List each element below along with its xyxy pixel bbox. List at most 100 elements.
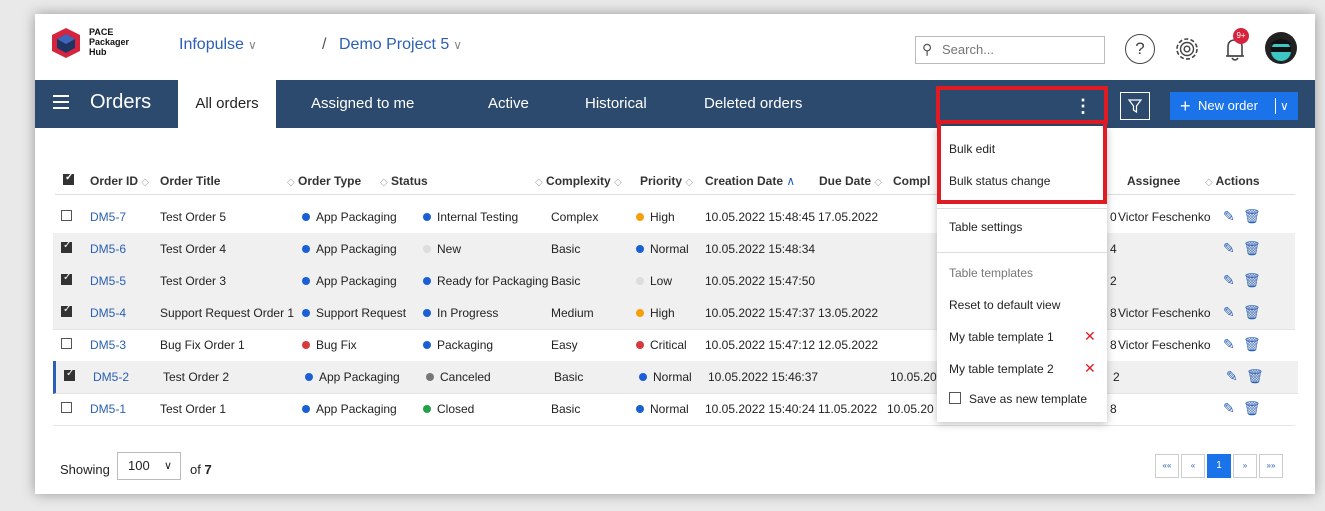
- filter-icon: [1127, 99, 1143, 114]
- delete-icon[interactable]: 🗑: [1243, 336, 1261, 353]
- delete-template-2-icon[interactable]: ✕: [1084, 360, 1096, 377]
- kebab-icon: ⋮: [1074, 96, 1092, 116]
- col-order-type[interactable]: ◇ Order Type: [287, 174, 361, 188]
- order-id-link[interactable]: DM5-2: [93, 370, 129, 384]
- row-checkbox[interactable]: [61, 402, 72, 413]
- col-order-title[interactable]: Order Title: [160, 174, 220, 188]
- delete-icon[interactable]: 🗑: [1246, 368, 1264, 385]
- order-type: App Packaging: [305, 370, 400, 384]
- select-all-checkbox[interactable]: [63, 172, 74, 185]
- avatar[interactable]: [1265, 32, 1297, 64]
- tab-assigned-to-me[interactable]: Assigned to me: [311, 80, 414, 128]
- edit-icon[interactable]: ✎: [1223, 208, 1235, 225]
- menu-item-table-settings[interactable]: Table settings: [949, 220, 1022, 234]
- col-status[interactable]: ◇ Status: [380, 174, 428, 188]
- row-checkbox[interactable]: [61, 338, 72, 349]
- edit-icon[interactable]: ✎: [1223, 272, 1235, 289]
- order-title: Bug Fix Order 1: [160, 338, 245, 352]
- due-date: 17.05.2022: [818, 210, 879, 224]
- col-complexity[interactable]: ◇ Complexity ◇: [535, 174, 622, 188]
- chevron-down-icon[interactable]: ∨: [1280, 92, 1289, 120]
- delete-icon[interactable]: 🗑: [1243, 208, 1261, 225]
- status-dot: [423, 309, 431, 317]
- due-date: 11.05.2022: [818, 402, 878, 416]
- menu-item-reset-view[interactable]: Reset to default view: [949, 298, 1060, 312]
- tab-active[interactable]: Active: [488, 80, 529, 128]
- table-row[interactable]: DM5-7 Test Order 5 App Packaging Internal T…: [53, 201, 1295, 234]
- pager-prev-button[interactable]: «: [1181, 454, 1205, 478]
- edit-icon[interactable]: ✎: [1223, 240, 1235, 257]
- order-id-link[interactable]: DM5-3: [90, 338, 126, 352]
- menu-icon[interactable]: [53, 95, 69, 113]
- order-status: In Progress: [423, 306, 498, 320]
- new-order-button[interactable]: + New order ∨: [1170, 92, 1298, 120]
- delete-icon[interactable]: 🗑: [1243, 272, 1261, 289]
- table-row[interactable]: DM5-1 Test Order 1 App Packaging Closed Basi…: [53, 393, 1295, 426]
- delete-icon[interactable]: 🗑: [1243, 400, 1261, 417]
- col-completed[interactable]: Compl: [893, 174, 930, 188]
- more-actions-button[interactable]: ⋮: [936, 86, 1108, 124]
- edit-icon[interactable]: ✎: [1226, 368, 1238, 385]
- col-order-id[interactable]: Order ID ◇: [90, 174, 149, 188]
- delete-template-1-icon[interactable]: ✕: [1084, 328, 1096, 345]
- breadcrumb-org[interactable]: Infopulse ∨: [179, 36, 257, 54]
- page-size-select[interactable]: 100 ∨: [117, 452, 181, 480]
- delete-icon[interactable]: 🗑: [1243, 304, 1261, 321]
- table-row[interactable]: DM5-5 Test Order 3 App Packaging Ready for …: [53, 265, 1295, 298]
- edit-icon[interactable]: ✎: [1223, 304, 1235, 321]
- filter-button[interactable]: [1120, 92, 1150, 120]
- row-checkbox[interactable]: [61, 240, 72, 253]
- order-id-link[interactable]: DM5-7: [90, 210, 126, 224]
- table-row[interactable]: DM5-6 Test Order 4 App Packaging New Basic No…: [53, 233, 1295, 266]
- table-row[interactable]: DM5-2 Test Order 2 App Packaging Canceled Ba…: [53, 361, 1298, 394]
- col-priority[interactable]: Priority ◇: [640, 174, 693, 188]
- order-title: Support Request Order 1: [160, 306, 295, 320]
- tab-all-orders[interactable]: All orders: [178, 80, 276, 128]
- pager-last-button[interactable]: »»: [1259, 454, 1283, 478]
- edit-icon[interactable]: ✎: [1223, 336, 1235, 353]
- type-dot: [302, 341, 310, 349]
- search-input[interactable]: [940, 41, 1094, 58]
- row-checkbox[interactable]: [61, 304, 72, 317]
- creation-date: 10.05.2022 15:47:37: [705, 306, 816, 320]
- table-actions-menu: Bulk edit Bulk status change Table setti…: [937, 124, 1107, 422]
- tab-historical[interactable]: Historical: [585, 80, 647, 128]
- pager-page-1[interactable]: 1: [1207, 454, 1231, 478]
- top-header: PACE Packager Hub Infopulse ∨ / Demo Projec…: [35, 14, 1315, 80]
- pager-next-button[interactable]: »: [1233, 454, 1257, 478]
- menu-item-template-1[interactable]: My table template 1: [949, 330, 1054, 344]
- table-row[interactable]: DM5-4 Support Request Order 1 Support Requ…: [53, 297, 1295, 330]
- help-icon[interactable]: ?: [1125, 34, 1155, 64]
- order-status: Packaging: [423, 338, 493, 352]
- edit-icon[interactable]: ✎: [1223, 400, 1235, 417]
- search-box[interactable]: ⚲: [915, 36, 1105, 64]
- breadcrumb-separator: /: [322, 36, 327, 53]
- brand-name: PACE Packager Hub: [89, 27, 130, 57]
- row-checkbox[interactable]: [61, 272, 72, 285]
- menu-item-save-template[interactable]: Save as new template: [949, 392, 1087, 406]
- order-id-link[interactable]: DM5-1: [90, 402, 126, 416]
- menu-item-bulk-edit[interactable]: Bulk edit: [949, 142, 995, 156]
- tab-deleted-orders[interactable]: Deleted orders: [704, 80, 802, 128]
- menu-item-template-2[interactable]: My table template 2: [949, 362, 1054, 376]
- menu-item-bulk-status-change[interactable]: Bulk status change: [949, 174, 1050, 188]
- order-id-link[interactable]: DM5-5: [90, 274, 126, 288]
- pager-first-button[interactable]: ««: [1155, 454, 1179, 478]
- table-row[interactable]: DM5-3 Bug Fix Order 1 Bug Fix Packaging Easy…: [53, 329, 1295, 362]
- order-id-link[interactable]: DM5-4: [90, 306, 126, 320]
- order-priority: Low: [636, 274, 672, 288]
- assignee: Victor Feschenko: [1118, 306, 1211, 320]
- search-icon: ⚲: [922, 41, 933, 57]
- gear-icon[interactable]: [1172, 34, 1202, 64]
- order-type: App Packaging: [302, 210, 397, 224]
- col-creation-date[interactable]: Creation Date ∧: [705, 174, 795, 188]
- col-due-date[interactable]: Due Date ◇: [819, 174, 882, 188]
- app-window: PACE Packager Hub Infopulse ∨ / Demo Projec…: [35, 14, 1315, 494]
- delete-icon[interactable]: 🗑: [1243, 240, 1261, 257]
- col-assignee[interactable]: Assignee: [1127, 174, 1180, 188]
- row-checkbox[interactable]: [64, 368, 75, 381]
- notification-badge: 9+: [1233, 28, 1249, 44]
- order-id-link[interactable]: DM5-6: [90, 242, 126, 256]
- breadcrumb-project[interactable]: Demo Project 5 ∨: [339, 36, 462, 54]
- row-checkbox[interactable]: [61, 210, 72, 221]
